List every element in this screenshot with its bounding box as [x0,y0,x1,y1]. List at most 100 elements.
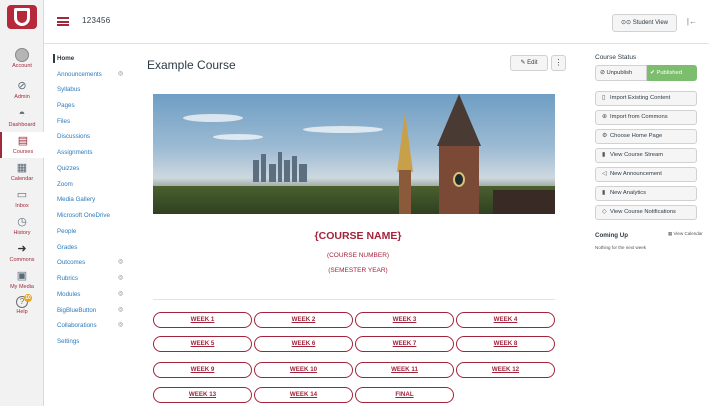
nav-calendar-label: Calendar [10,176,34,182]
course-nav-announcements[interactable]: Announcements [57,71,102,78]
import-from-commons-button[interactable]: ⊕ Import from Commons [595,110,697,125]
course-name: {COURSE NAME} [314,230,402,242]
megaphone-icon: ◁ [602,171,607,177]
course-navigation: Home Announcements ◎ Syllabus Pages File… [44,44,136,406]
course-nav-grades[interactable]: Grades [57,244,77,251]
course-nav-zoom[interactable]: Zoom [57,181,73,188]
course-banner-image [153,94,555,214]
course-nav-media-gallery[interactable]: Media Gallery [57,196,95,203]
week-1-button[interactable]: WEEK 1 [153,312,252,328]
global-navigation: Account ⊘ Admin ◓ Dashboard ▤ Courses ▦ … [0,0,44,406]
coming-up-empty-text: Nothing for the next week [595,245,647,250]
final-button[interactable]: FINAL [355,387,454,403]
view-course-stream-label: View Course Stream [610,152,664,158]
divider [153,299,555,300]
page-title: Example Course [147,58,236,72]
help-badge: 10 [24,294,32,302]
course-nav-discussions[interactable]: Discussions [57,133,90,140]
nav-commons[interactable]: ➜ Commons [0,242,44,263]
course-status-title: Course Status [595,54,637,61]
breadcrumb[interactable]: 123456 [82,16,111,25]
course-nav-settings[interactable]: Settings [57,338,79,345]
nav-inbox[interactable]: ▭ Inbox [0,188,44,209]
nav-calendar[interactable]: ▦ Calendar [0,161,44,182]
course-nav-home[interactable]: Home [52,54,74,63]
course-nav-rubrics[interactable]: Rubrics [57,275,78,282]
nav-courses[interactable]: ▤ Courses [0,132,44,158]
week-10-button[interactable]: WEEK 10 [254,362,353,378]
import-existing-content-button[interactable]: ▯ Import Existing Content [595,91,697,106]
banner-clocktower-roof [437,94,481,146]
course-nav-modules[interactable]: Modules [57,291,80,298]
banner-clock [453,172,465,187]
week-9-button[interactable]: WEEK 9 [153,362,252,378]
view-calendar-link[interactable]: ▦ View Calendar [668,231,703,237]
week-2-button[interactable]: WEEK 2 [254,312,353,328]
week-11-button[interactable]: WEEK 11 [355,362,454,378]
nav-commons-label: Commons [9,257,35,263]
published-button[interactable]: ✔ Published [647,65,697,81]
banner-roof [493,190,555,214]
import-icon: ▯ [602,95,606,101]
edit-button[interactable]: ✎ Edit [510,55,548,71]
week-4-button[interactable]: WEEK 4 [456,312,555,328]
nav-help[interactable]: ? 10 Help [0,294,44,315]
glasses-icon: ⊙⊙ [621,20,633,26]
course-nav-pages[interactable]: Pages [57,102,75,109]
nav-my-media[interactable]: ▣ My Media [0,269,44,290]
week-6-button[interactable]: WEEK 6 [254,336,353,352]
nav-admin[interactable]: ⊘ Admin [0,79,44,100]
view-calendar-label: View Calendar [673,231,703,236]
course-nav-files[interactable]: Files [57,118,70,125]
banner-building [261,154,266,182]
hidden-eye-icon: ◎ [118,71,124,77]
student-view-button[interactable]: ⊙⊙ Student View [612,14,677,32]
week-7-button[interactable]: WEEK 7 [355,336,454,352]
student-view-label: Student View [632,20,668,26]
week-12-button[interactable]: WEEK 12 [456,362,555,378]
nav-history[interactable]: ◷ History [0,215,44,236]
nav-dashboard[interactable]: ◓ Dashboard [0,107,44,128]
course-nav-collaborations[interactable]: Collaborations [57,322,97,329]
week-13-button[interactable]: WEEK 13 [153,387,252,403]
choose-home-page-button[interactable]: ⚙ Choose Home Page [595,129,697,144]
view-course-notifications-button[interactable]: ◇ View Course Notifications [595,205,697,220]
nav-account[interactable]: Account [0,48,44,69]
course-nav-quizzes[interactable]: Quizzes [57,165,79,172]
course-nav-assignments[interactable]: Assignments [57,149,92,156]
arrow-icon: ➜ [17,243,27,255]
banner-cloud [213,134,263,140]
clock-icon: ◷ [17,216,27,228]
collapse-sidebar-icon[interactable]: |← [687,17,697,26]
week-5-button[interactable]: WEEK 5 [153,336,252,352]
coming-up-heading: Coming Up [595,232,628,239]
more-options-button[interactable]: ⋮ [551,55,566,71]
hidden-eye-icon: ◎ [118,307,124,313]
new-analytics-button[interactable]: ▮ New Analytics [595,186,697,201]
course-nav-bigbluebutton[interactable]: BigBlueButton [57,307,96,314]
gear-icon: ⚙ [602,133,608,139]
analytics-icon: ▮ [602,190,606,196]
import-existing-content-label: Import Existing Content [610,95,671,101]
week-8-button[interactable]: WEEK 8 [456,336,555,352]
banner-building [299,164,307,182]
nav-admin-label: Admin [14,94,30,100]
unpublish-button[interactable]: ⊘ Unpublish [595,65,647,81]
course-nav-outcomes[interactable]: Outcomes [57,259,85,266]
banner-cloud [303,126,383,133]
university-logo[interactable] [7,5,37,29]
course-nav-syllabus[interactable]: Syllabus [57,86,80,93]
week-14-button[interactable]: WEEK 14 [254,387,353,403]
new-announcement-button[interactable]: ◁ New Announcement [595,167,697,182]
nav-help-label: Help [16,309,28,315]
hidden-eye-icon: ◎ [118,322,124,328]
inbox-icon: ▭ [16,189,28,201]
nav-history-label: History [13,230,31,236]
view-course-stream-button[interactable]: ▮ View Course Stream [595,148,697,163]
week-3-button[interactable]: WEEK 3 [355,312,454,328]
course-nav-people[interactable]: People [57,228,76,235]
banner-tower [399,170,411,214]
book-icon: ▤ [17,135,29,147]
hamburger-menu-icon[interactable] [57,17,69,26]
course-nav-onedrive[interactable]: Microsoft OneDrive [57,212,110,219]
